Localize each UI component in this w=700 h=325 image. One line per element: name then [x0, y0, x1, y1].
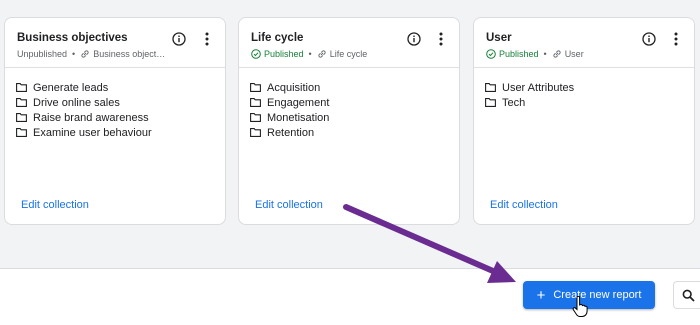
card-meta: Unpublished • Business object… — [17, 48, 165, 60]
folder-icon — [250, 83, 261, 92]
list-item-label: Tech — [502, 96, 526, 109]
create-new-report-label: Create new report — [553, 289, 642, 301]
list-item-label: Acquisition — [267, 81, 321, 94]
more-vert-icon[interactable] — [204, 31, 210, 47]
separator-dot: • — [72, 49, 76, 59]
linked-collection-label: Life cycle — [329, 49, 368, 59]
list-item[interactable]: Tech — [485, 95, 574, 110]
linked-collection-label: User — [564, 49, 584, 59]
plus-icon: + — [536, 286, 546, 304]
card-meta: Published • Life cycle — [251, 48, 367, 60]
link-icon — [81, 50, 89, 58]
more-vert-icon[interactable] — [673, 31, 679, 47]
list-item-label: Drive online sales — [33, 96, 120, 109]
collection-card-user: User Published • User User Attributes Te… — [473, 17, 695, 225]
linked-collection-label: Business object… — [93, 49, 166, 59]
info-icon[interactable] — [642, 32, 656, 46]
folder-icon — [485, 83, 496, 92]
folder-icon — [16, 113, 27, 122]
folder-icon — [16, 98, 27, 107]
folder-icon — [16, 83, 27, 92]
edit-collection-link[interactable]: Edit collection — [21, 199, 89, 211]
link-icon — [553, 50, 561, 58]
list-item-label: Generate leads — [33, 81, 109, 94]
list-item[interactable]: Raise brand awareness — [16, 110, 152, 125]
dimension-list: User Attributes Tech — [485, 80, 574, 110]
list-item-label: Monetisation — [267, 111, 330, 124]
separator-dot: • — [308, 49, 312, 59]
card-title: Life cycle — [251, 32, 304, 44]
list-item[interactable]: Drive online sales — [16, 95, 152, 110]
card-header: User Published • User — [474, 18, 694, 68]
collection-card-life-cycle: Life cycle Published • Life cycle Acquis… — [238, 17, 460, 225]
card-title: User — [486, 32, 512, 44]
list-item[interactable]: User Attributes — [485, 80, 574, 95]
list-item[interactable]: Examine user behaviour — [16, 125, 152, 140]
folder-icon — [250, 98, 261, 107]
search-icon — [682, 289, 695, 302]
check-circle-icon — [486, 49, 496, 59]
folder-icon — [250, 113, 261, 122]
status-label: Unpublished — [17, 49, 68, 59]
list-item[interactable]: Monetisation — [250, 110, 329, 125]
collections-area: Business objectives Unpublished • Busine… — [0, 0, 700, 268]
card-header: Life cycle Published • Life cycle — [239, 18, 459, 68]
info-icon[interactable] — [407, 32, 421, 46]
list-item[interactable]: Engagement — [250, 95, 329, 110]
list-item-label: User Attributes — [502, 81, 575, 94]
list-item[interactable]: Generate leads — [16, 80, 152, 95]
link-icon — [318, 50, 326, 58]
check-circle-icon — [251, 49, 261, 59]
list-item-label: Engagement — [267, 96, 330, 109]
dimension-list: Acquisition Engagement Monetisation Rete… — [250, 80, 329, 140]
list-item[interactable]: Retention — [250, 125, 329, 140]
list-item-label: Examine user behaviour — [33, 126, 152, 139]
edit-collection-link[interactable]: Edit collection — [255, 199, 323, 211]
status-label: Published — [264, 49, 304, 59]
hand-cursor-icon — [572, 296, 588, 317]
card-meta: Published • User — [486, 48, 584, 60]
list-item-label: Retention — [267, 126, 315, 139]
list-item[interactable]: Acquisition — [250, 80, 329, 95]
card-header: Business objectives Unpublished • Busine… — [5, 18, 225, 68]
list-item-label: Raise brand awareness — [33, 111, 149, 124]
create-new-report-button[interactable]: + Create new report — [523, 281, 655, 309]
edit-collection-link[interactable]: Edit collection — [490, 199, 558, 211]
dimension-list: Generate leads Drive online sales Raise … — [16, 80, 152, 140]
folder-icon — [16, 128, 27, 137]
info-icon[interactable] — [172, 32, 186, 46]
search-button[interactable] — [673, 281, 700, 309]
status-label: Published — [499, 49, 539, 59]
more-vert-icon[interactable] — [438, 31, 444, 47]
folder-icon — [250, 128, 261, 137]
card-title: Business objectives — [17, 32, 128, 44]
collection-card-business-objectives: Business objectives Unpublished • Busine… — [4, 17, 226, 225]
separator-dot: • — [543, 49, 547, 59]
folder-icon — [485, 98, 496, 107]
